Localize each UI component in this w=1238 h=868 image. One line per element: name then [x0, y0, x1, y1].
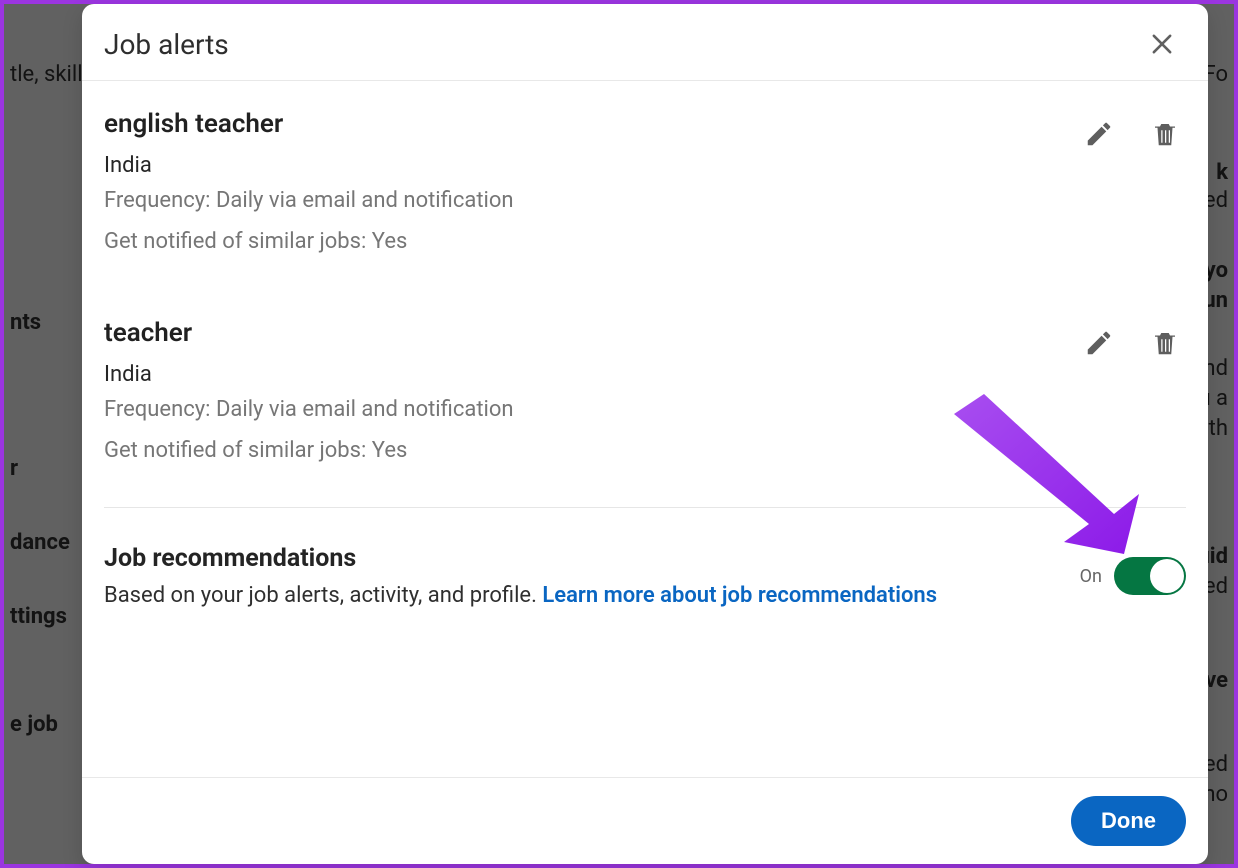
toggle-knob — [1150, 559, 1184, 593]
delete-alert-button[interactable] — [1144, 322, 1186, 364]
trash-icon — [1150, 119, 1180, 149]
job-alert-item: english teacher India Frequency: Daily v… — [104, 81, 1186, 290]
alert-frequency: Frequency: Daily via email and notificat… — [104, 184, 514, 217]
recommendations-description: Based on your job alerts, activity, and … — [104, 583, 937, 608]
alert-frequency: Frequency: Daily via email and notificat… — [104, 393, 514, 426]
modal-title: Job alerts — [104, 28, 229, 61]
alert-title: teacher — [104, 318, 514, 348]
done-button[interactable]: Done — [1071, 796, 1186, 846]
delete-alert-button[interactable] — [1144, 113, 1186, 155]
job-alerts-modal: Job alerts english teacher India Frequen… — [82, 4, 1208, 864]
recommendations-toggle[interactable] — [1114, 557, 1186, 595]
close-icon — [1148, 30, 1176, 58]
alert-similar-jobs: Get notified of similar jobs: Yes — [104, 225, 514, 258]
close-button[interactable] — [1144, 26, 1180, 62]
pencil-icon — [1084, 328, 1114, 358]
job-alert-item: teacher India Frequency: Daily via email… — [104, 290, 1186, 499]
job-recommendations-section: Job recommendations Based on your job al… — [104, 508, 1186, 608]
alert-location: India — [104, 362, 514, 387]
edit-alert-button[interactable] — [1078, 113, 1120, 155]
modal-header: Job alerts — [82, 4, 1208, 81]
alert-location: India — [104, 153, 514, 178]
modal-footer: Done — [82, 777, 1208, 864]
modal-body: english teacher India Frequency: Daily v… — [82, 81, 1208, 777]
alert-title: english teacher — [104, 109, 514, 139]
edit-alert-button[interactable] — [1078, 322, 1120, 364]
toggle-state-label: On — [1080, 566, 1102, 587]
pencil-icon — [1084, 119, 1114, 149]
trash-icon — [1150, 328, 1180, 358]
alert-similar-jobs: Get notified of similar jobs: Yes — [104, 434, 514, 467]
recommendations-title: Job recommendations — [104, 544, 937, 573]
learn-more-link[interactable]: Learn more about job recommendations — [542, 583, 937, 608]
